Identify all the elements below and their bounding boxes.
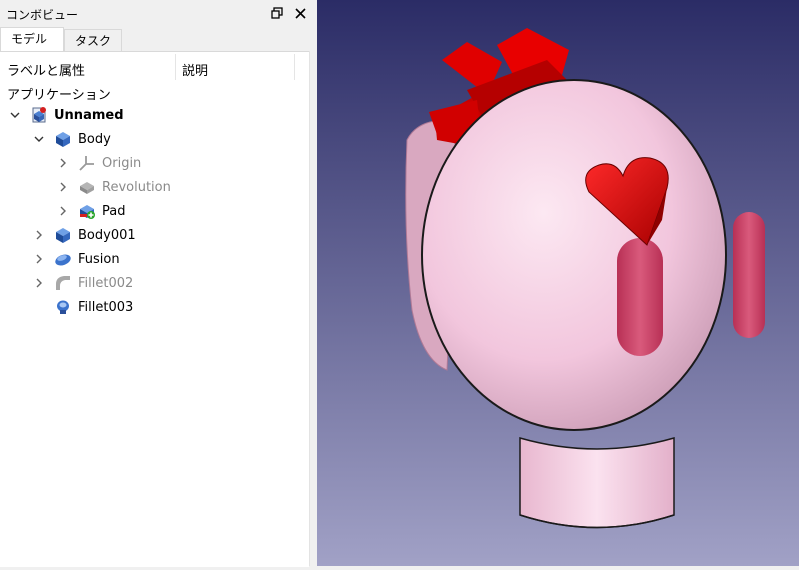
tree-item-fillet002[interactable]: Fillet002	[33, 272, 133, 294]
tree-item-unnamed[interactable]: Unnamed	[9, 104, 124, 126]
body-icon	[54, 226, 72, 244]
chevron-right-icon[interactable]	[33, 229, 45, 241]
float-panel-button[interactable]	[268, 4, 286, 22]
float-icon	[271, 7, 283, 19]
body-icon	[54, 130, 72, 148]
tab-model[interactable]: モデル	[0, 27, 64, 51]
combo-view-panel: コンボビュー モデル タスク ラベルと属性 説明 アプリケーション Unname…	[0, 0, 317, 567]
tree-item-body001[interactable]: Body001	[33, 224, 136, 246]
chevron-right-icon[interactable]	[57, 205, 69, 217]
tree-item-origin[interactable]: Origin	[57, 152, 141, 174]
panel-title-bar: コンボビュー	[0, 0, 317, 27]
chevron-right-icon[interactable]	[33, 253, 45, 265]
cheek-right	[733, 212, 765, 338]
application-section: アプリケーション	[7, 88, 111, 103]
column-header-description[interactable]: 説明	[182, 60, 208, 79]
tab-tasks[interactable]: タスク	[64, 29, 122, 51]
model-tree: ラベルと属性 説明 アプリケーション Unnamed Body Origin R…	[0, 51, 309, 567]
tree-item-revolution[interactable]: Revolution	[57, 176, 171, 198]
tree-scrollbar[interactable]	[309, 51, 317, 566]
panel-title: コンボビュー	[6, 8, 79, 22]
head-sphere	[421, 79, 727, 431]
column-divider[interactable]	[294, 54, 295, 80]
fillet-solid-icon	[54, 298, 72, 316]
tree-item-label: Fusion	[78, 251, 120, 267]
close-icon	[294, 7, 306, 19]
tree-item-label: Body001	[78, 227, 136, 243]
tree-item-pad[interactable]: Pad	[57, 200, 125, 222]
tree-item-body[interactable]: Body	[33, 128, 111, 150]
fillet-icon	[54, 274, 72, 292]
neck-cylinder	[519, 437, 675, 529]
tree-item-label: Unnamed	[54, 107, 124, 123]
origin-icon	[78, 154, 96, 172]
fusion-icon	[54, 250, 72, 268]
close-panel-button[interactable]	[291, 4, 309, 22]
tree-item-label: Body	[78, 131, 111, 147]
tree-item-label: Fillet002	[78, 275, 134, 291]
chevron-right-icon[interactable]	[33, 277, 45, 289]
chevron-down-icon[interactable]	[33, 133, 45, 145]
panel-tabs: モデル タスク	[0, 27, 317, 51]
tree-header: ラベルと属性 説明	[0, 52, 309, 82]
pad-icon	[78, 202, 96, 220]
document-icon	[30, 106, 48, 124]
chevron-right-icon[interactable]	[57, 157, 69, 169]
tree-item-label: Revolution	[102, 179, 171, 195]
tree-item-fusion[interactable]: Fusion	[33, 248, 120, 270]
chevron-right-icon[interactable]	[57, 181, 69, 193]
tree-item-fillet003[interactable]: Fillet003	[33, 296, 133, 318]
3d-viewport[interactable]	[317, 0, 799, 566]
tree-item-label: Pad	[102, 203, 126, 219]
3d-scene	[317, 0, 799, 566]
column-header-label[interactable]: ラベルと属性	[7, 60, 85, 79]
cheek-left	[617, 238, 663, 356]
revolution-icon	[78, 178, 96, 196]
tree-item-label: Fillet003	[78, 299, 134, 315]
column-divider[interactable]	[175, 54, 176, 80]
tree-item-label: Origin	[102, 155, 142, 171]
chevron-down-icon[interactable]	[9, 109, 21, 121]
